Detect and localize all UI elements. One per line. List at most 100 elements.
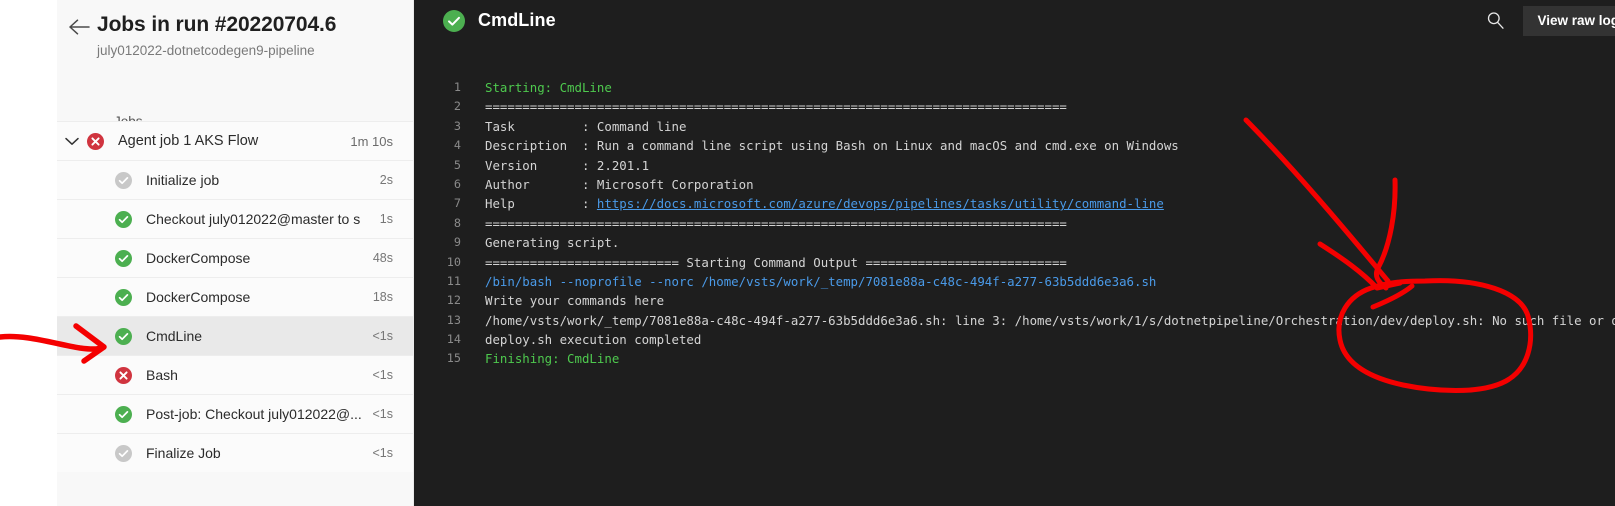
job-name: Checkout july012022@master to s: [146, 211, 361, 227]
log-line: 10 ========================== Starting Co…: [414, 253, 1615, 272]
log-line-number: 8: [453, 215, 461, 230]
job-duration: <1s: [372, 446, 393, 460]
log-line: 8 =======================================…: [414, 214, 1615, 233]
job-duration: 1m 10s: [350, 133, 393, 149]
help-link[interactable]: https://docs.microsoft.com/azure/devops/…: [597, 196, 1164, 211]
log-line-number: 1: [453, 80, 461, 94]
job-row[interactable]: Agent job 1 AKS Flow 1m 10s: [57, 121, 413, 160]
job-row[interactable]: Finalize Job <1s: [57, 433, 413, 472]
log-line-text: Finishing: CmdLine: [485, 351, 620, 367]
log-line: 7 Help : https://docs.microsoft.com/azure…: [414, 194, 1615, 213]
log-line-text: Help : https://docs.microsoft.com/azure/…: [461, 194, 1164, 213]
log-line-text: ========================== Starting Comm…: [485, 254, 1067, 270]
job-row[interactable]: Post-job: Checkout july012022@... <1s: [57, 394, 413, 433]
log-line-text: Write your commands here: [485, 293, 665, 309]
log-line-number: 2: [453, 99, 461, 114]
log-line-number: 4: [453, 138, 461, 153]
log-header-actions: View raw log: [1476, 0, 1615, 41]
job-duration: <1s: [372, 407, 393, 421]
left-gutter: [0, 0, 57, 506]
page-title: Jobs in run #20220704.6: [97, 13, 337, 36]
sidebar-header: Jobs in run #20220704.6 july012022-dotne…: [57, 0, 413, 61]
log-line: 5 Version : 2.201.1: [414, 156, 1615, 175]
back-arrow-icon[interactable]: [63, 12, 97, 42]
log-content[interactable]: 1 Starting: CmdLine 2 =====================…: [414, 78, 1615, 506]
log-line: 4 Description : Run a command line script…: [414, 136, 1615, 155]
chevron-down-icon[interactable]: [57, 137, 87, 146]
log-line-text: Task : Command line: [485, 118, 687, 134]
job-name: DockerCompose: [146, 289, 251, 305]
log-line-number: 9: [453, 235, 461, 250]
job-duration: <1s: [372, 368, 393, 382]
job-duration: 48s: [372, 251, 393, 265]
app-root: Jobs in run #20220704.6 july012022-dotne…: [0, 0, 1615, 506]
pipeline-name: july012022-dotnetcodegen9-pipeline: [97, 43, 315, 58]
status-success-icon: [115, 405, 132, 423]
job-name: CmdLine: [146, 328, 203, 344]
log-line-text: Version : 2.201.1: [485, 157, 650, 173]
status-failed-icon: [87, 132, 104, 150]
log-line: 1 Starting: CmdLine: [414, 78, 1615, 97]
log-header: CmdLine View raw log: [414, 0, 1615, 41]
log-line-text: Description : Run a command line script …: [485, 138, 1179, 154]
status-success-icon: [115, 210, 132, 228]
status-skipped-icon: [115, 444, 132, 462]
log-line: 13/home/vsts/work/_temp/7081e88a-c48c-49…: [414, 311, 1615, 330]
job-row[interactable]: DockerCompose 48s: [57, 238, 413, 277]
job-name: Agent job 1 AKS Flow: [118, 133, 259, 149]
job-duration: <1s: [372, 329, 393, 343]
log-line: 9 Generating script.: [414, 233, 1615, 252]
status-skipped-icon: [115, 171, 132, 189]
log-line-number: 12: [446, 293, 461, 308]
log-line-number: 6: [453, 176, 461, 191]
job-row[interactable]: CmdLine <1s: [57, 316, 413, 355]
log-panel: CmdLine View raw log 1 Starting: CmdLine 2…: [414, 0, 1615, 506]
log-line-text: Author : Microsoft Corporation: [485, 176, 754, 192]
log-line-number: 14: [446, 332, 461, 347]
log-line-number: 13: [446, 312, 461, 327]
log-line: 3 Task : Command line: [414, 117, 1615, 136]
status-success-icon: [115, 249, 132, 267]
log-line: 2 =======================================…: [414, 97, 1615, 116]
status-success-icon: [115, 288, 132, 306]
job-row[interactable]: DockerCompose 18s: [57, 277, 413, 316]
job-name: Initialize job: [146, 172, 220, 188]
log-header-status-icon: [443, 9, 465, 32]
log-line-number: 10: [446, 254, 461, 269]
log-line-number: 11: [446, 273, 461, 288]
log-line-text: /bin/bash --noprofile --norc /home/vsts/…: [485, 273, 1157, 289]
search-icon[interactable]: [1476, 6, 1514, 36]
job-name: Finalize Job: [146, 445, 221, 461]
job-row[interactable]: Bash <1s: [57, 355, 413, 394]
status-success-icon: [115, 327, 132, 345]
log-line-number: 5: [453, 157, 461, 172]
job-name: DockerCompose: [146, 250, 251, 266]
log-line-text: ========================================…: [485, 99, 1067, 115]
log-line-text: deploy.sh execution completed: [485, 332, 702, 348]
log-line: 6 Author : Microsoft Corporation: [414, 175, 1615, 194]
log-line-number: 15: [446, 351, 461, 366]
log-line-text: Generating script.: [485, 235, 620, 251]
job-name: Bash: [146, 367, 178, 383]
log-line-text: ========================================…: [485, 215, 1067, 231]
jobs-sidebar: Jobs in run #20220704.6 july012022-dotne…: [57, 0, 414, 506]
log-line: 12 Write your commands here: [414, 291, 1615, 310]
log-line-text-prefix: Help :: [485, 196, 597, 212]
view-raw-log-button[interactable]: View raw log: [1523, 5, 1615, 36]
job-name: Post-job: Checkout july012022@...: [146, 406, 362, 422]
log-line-text: Starting: CmdLine: [485, 80, 612, 95]
log-line-number: 7: [453, 196, 461, 211]
status-failed-icon: [115, 366, 132, 384]
job-duration: 1s: [379, 212, 393, 226]
log-line-text: /home/vsts/work/_temp/7081e88a-c48c-494f…: [485, 312, 1615, 328]
log-line: 11/bin/bash --noprofile --norc /home/vst…: [414, 272, 1615, 291]
log-line-number: 3: [453, 118, 461, 133]
job-row[interactable]: Initialize job 2s: [57, 160, 413, 199]
log-title: CmdLine: [478, 10, 556, 30]
log-line: 15 Finishing: CmdLine: [414, 349, 1615, 368]
job-duration: 2s: [379, 173, 393, 187]
job-row[interactable]: Checkout july012022@master to s 1s: [57, 199, 413, 238]
job-duration: 18s: [372, 290, 393, 304]
jobs-list: Agent job 1 AKS Flow 1m 10s Initialize job…: [57, 121, 413, 472]
log-line: 14 deploy.sh execution completed: [414, 330, 1615, 349]
